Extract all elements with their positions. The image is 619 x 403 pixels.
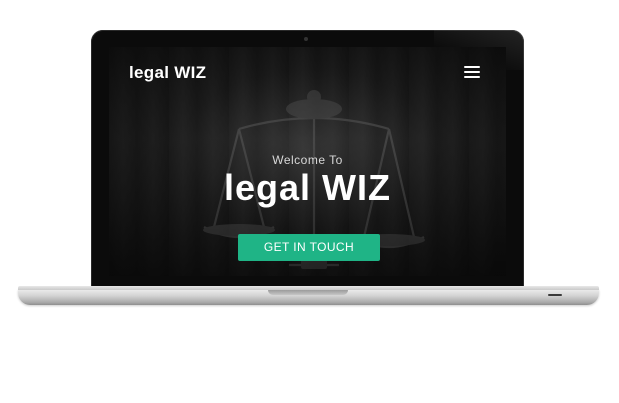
hamburger-menu-icon[interactable]: [464, 66, 480, 79]
hero-title: legal WIZ: [223, 167, 391, 208]
site-brand-logo[interactable]: legal WIZ: [129, 63, 206, 83]
laptop-lid: legal WIZ Welcome To legal WIZ GET IN TO…: [91, 30, 524, 292]
menu-bar: [464, 71, 480, 73]
camera-icon: [304, 37, 308, 41]
mockup-stage: legal WIZ Welcome To legal WIZ GET IN TO…: [0, 0, 619, 403]
hero-welcome-text: Welcome To: [272, 153, 343, 167]
power-indicator-icon: [548, 294, 562, 296]
laptop-screen: legal WIZ Welcome To legal WIZ GET IN TO…: [109, 47, 506, 276]
get-in-touch-button[interactable]: GET IN TOUCH: [238, 234, 380, 261]
menu-bar: [464, 66, 480, 68]
laptop-opening-notch: [268, 290, 348, 295]
menu-bar: [464, 76, 480, 78]
